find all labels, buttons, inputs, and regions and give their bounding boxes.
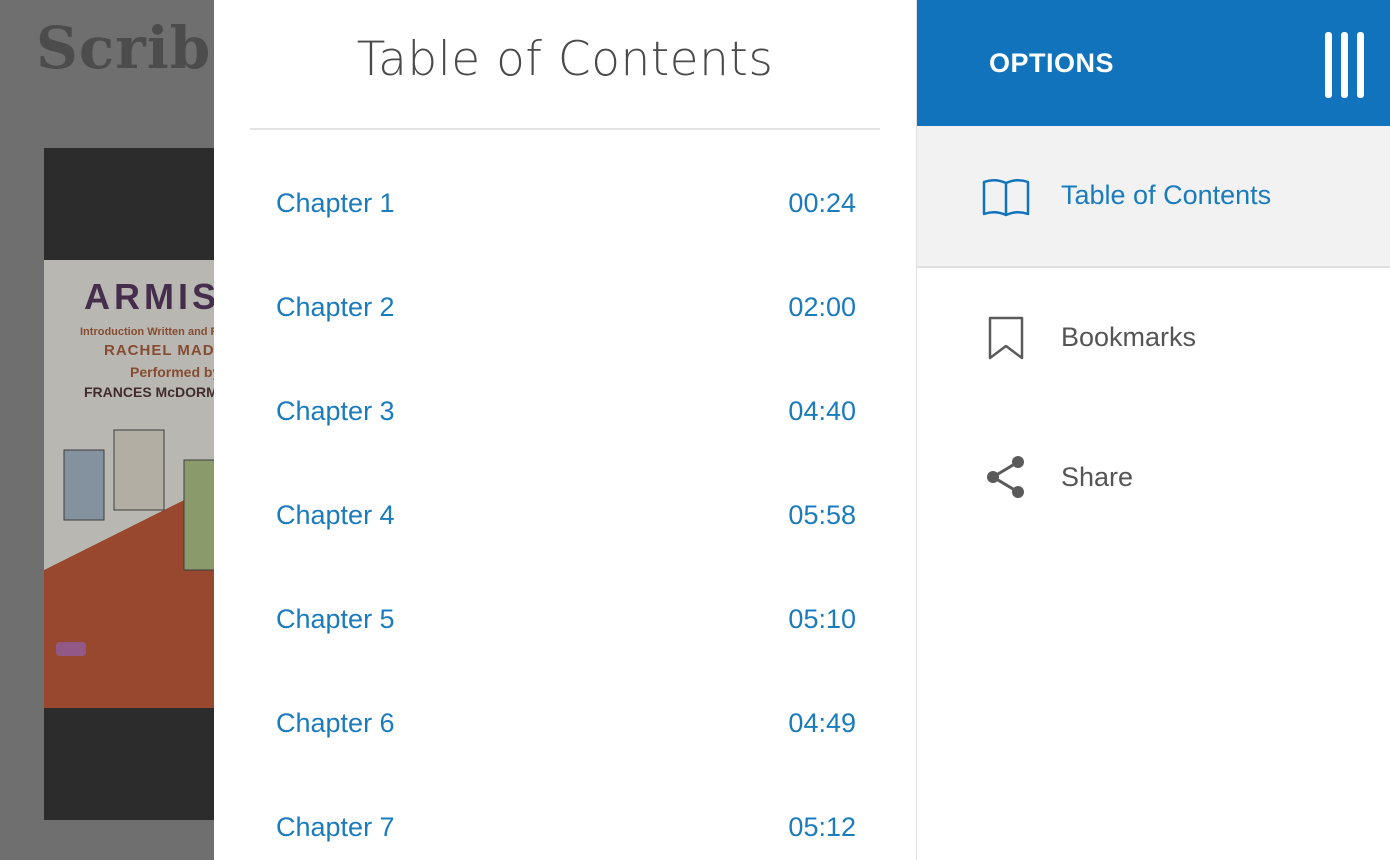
chapter-name: Chapter 5 bbox=[276, 604, 395, 634]
chapter-time: 04:40 bbox=[788, 396, 856, 426]
menu-bar-icon bbox=[1325, 32, 1332, 98]
book-icon bbox=[982, 179, 1030, 217]
chapter-time: 05:58 bbox=[788, 500, 856, 530]
chapter-time: 04:49 bbox=[788, 708, 856, 738]
menu-bar-icon bbox=[1357, 32, 1364, 98]
bookmark-icon bbox=[988, 316, 1024, 360]
toc-title: Table of Contents bbox=[356, 32, 774, 87]
option-label: Share bbox=[1061, 462, 1134, 492]
option-label: Bookmarks bbox=[1061, 322, 1197, 352]
options-title: OPTIONS bbox=[989, 48, 1115, 78]
menu-bar-icon bbox=[1341, 32, 1348, 98]
option-share[interactable]: Share bbox=[917, 408, 1390, 548]
option-bookmarks[interactable]: Bookmarks bbox=[917, 268, 1390, 408]
share-icon bbox=[987, 456, 1024, 498]
toc-chapter-2[interactable]: Chapter 2 02:00 bbox=[250, 270, 880, 342]
chapter-name: Chapter 7 bbox=[276, 812, 395, 842]
toc-chapter-3[interactable]: Chapter 3 04:40 bbox=[250, 374, 880, 446]
menu-toggle-button[interactable] bbox=[1323, 32, 1367, 100]
options-panel: OPTIONS Table of Contents Bookmarks Shar… bbox=[916, 0, 1390, 860]
chapter-time: 00:24 bbox=[788, 188, 856, 218]
toc-chapter-7[interactable]: Chapter 7 05:12 bbox=[250, 790, 880, 860]
chapter-time: 05:10 bbox=[788, 604, 856, 634]
table-of-contents-panel: Table of Contents Chapter 1 00:24 Chapte… bbox=[214, 0, 916, 860]
toc-chapter-6[interactable]: Chapter 6 04:49 bbox=[250, 686, 880, 758]
toc-chapter-4[interactable]: Chapter 4 05:58 bbox=[250, 478, 880, 550]
chapter-name: Chapter 1 bbox=[276, 188, 395, 218]
options-header: OPTIONS bbox=[917, 0, 1390, 126]
chapter-name: Chapter 3 bbox=[276, 396, 395, 426]
chapter-name: Chapter 4 bbox=[276, 500, 395, 530]
chapter-time: 02:00 bbox=[788, 292, 856, 322]
toc-chapter-5[interactable]: Chapter 5 05:10 bbox=[250, 582, 880, 654]
toc-divider bbox=[250, 128, 880, 130]
chapter-time: 05:12 bbox=[788, 812, 856, 842]
option-table-of-contents[interactable]: Table of Contents bbox=[917, 126, 1390, 268]
toc-chapter-1[interactable]: Chapter 1 00:24 bbox=[250, 166, 880, 238]
chapter-name: Chapter 2 bbox=[276, 292, 395, 322]
chapter-name: Chapter 6 bbox=[276, 708, 395, 738]
option-label: Table of Contents bbox=[1061, 180, 1272, 210]
